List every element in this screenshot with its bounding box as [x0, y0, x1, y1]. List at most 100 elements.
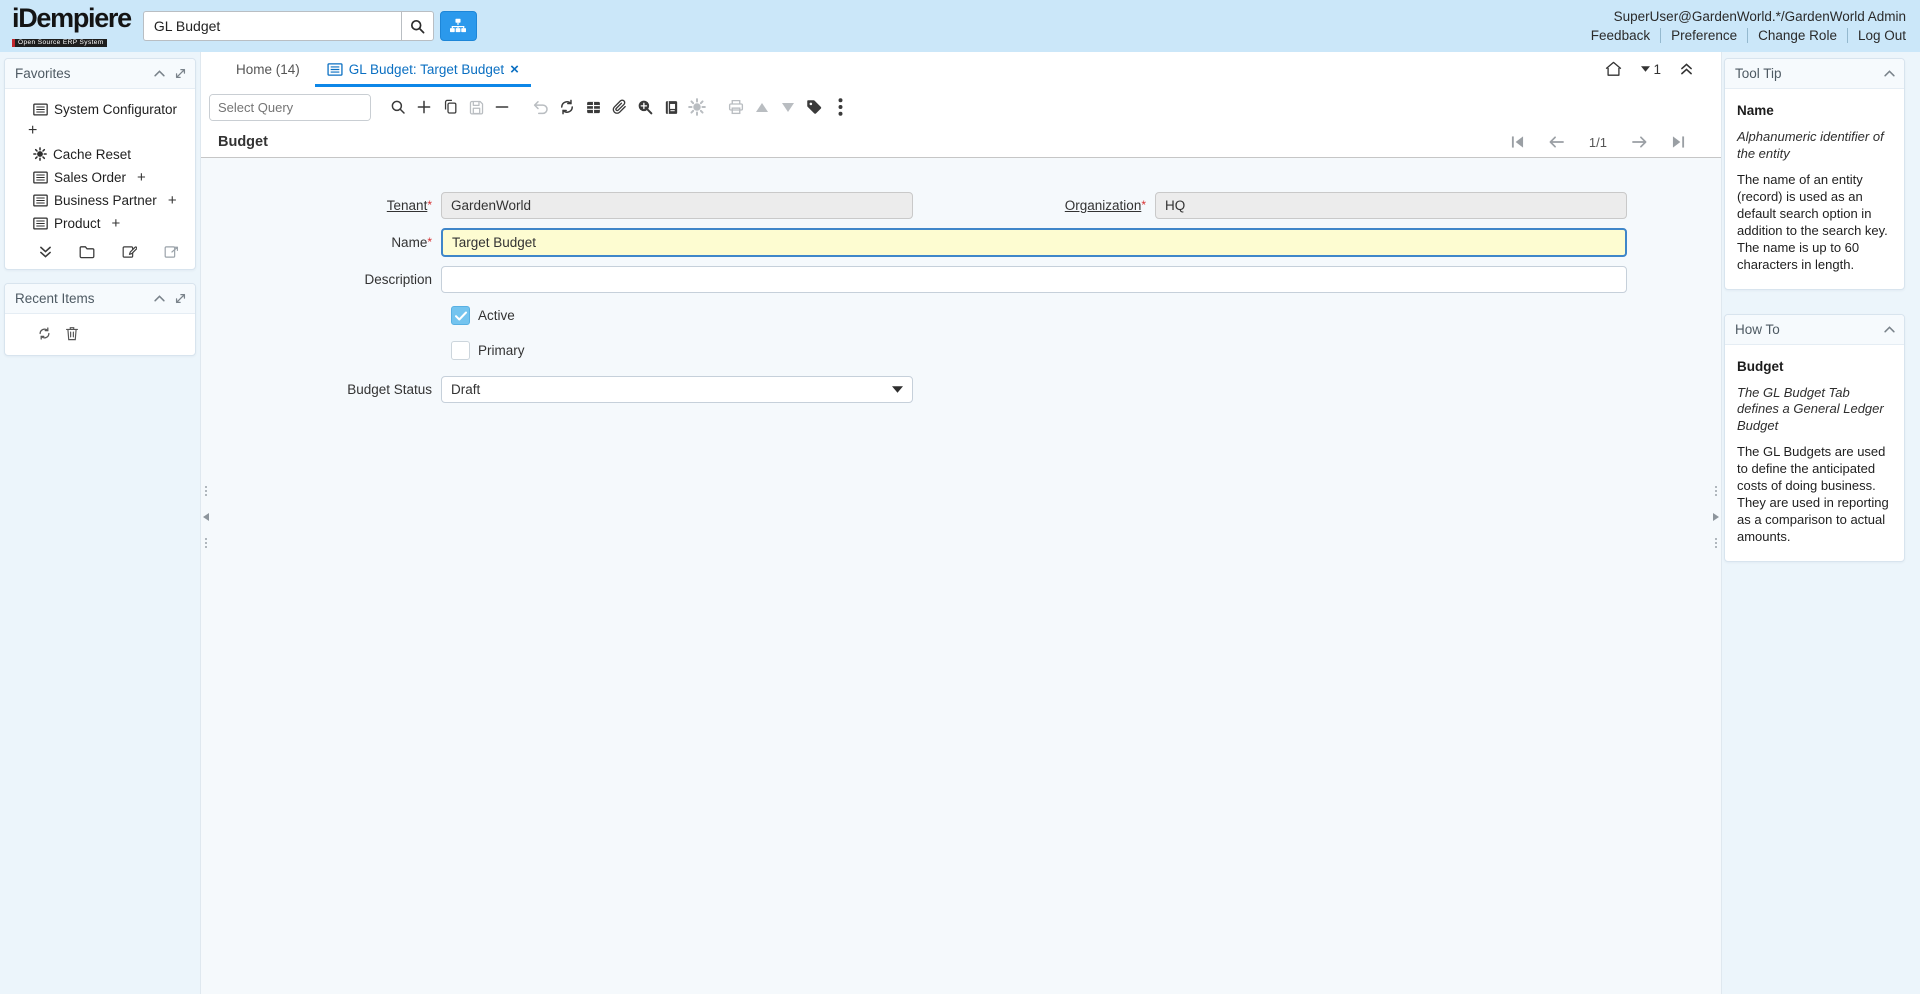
organization-label[interactable]: Organization — [1065, 198, 1142, 213]
window-icon — [33, 194, 48, 207]
first-record-icon — [1511, 136, 1523, 148]
tenant-label[interactable]: Tenant — [387, 198, 428, 213]
favorite-new-record-product[interactable]: + — [107, 216, 121, 231]
favorite-item-system-configurator[interactable]: System Configurator — [5, 98, 195, 121]
select-query-input[interactable] — [210, 94, 370, 120]
gear-icon — [33, 147, 47, 161]
tooltip-panel-header: Tool Tip — [1725, 59, 1904, 89]
active-checkbox[interactable] — [451, 306, 470, 325]
edit-favorites-button[interactable] — [122, 245, 137, 259]
edit-document-icon — [122, 245, 137, 258]
primary-checkbox[interactable] — [451, 341, 470, 360]
feedback-link[interactable]: Feedback — [1581, 28, 1660, 43]
next-record-button[interactable] — [1632, 136, 1647, 148]
window-icon — [327, 63, 343, 76]
recent-items-collapse-button[interactable] — [154, 294, 165, 302]
favorites-collapse-button[interactable] — [154, 70, 165, 77]
main-area: Home (14) GL Budget: Target Budget × 1 S… — [200, 52, 1722, 994]
first-record-button[interactable] — [1511, 136, 1524, 148]
tag-icon — [807, 100, 822, 114]
folder-icon-button[interactable] — [79, 245, 95, 259]
delete-record-button[interactable] — [489, 94, 515, 121]
search-icon — [391, 100, 405, 114]
clear-recent-button[interactable] — [65, 326, 79, 341]
plus-icon: + — [28, 122, 38, 139]
home-button[interactable] — [1605, 61, 1622, 77]
form-row-name: Name* — [201, 228, 1721, 257]
tab-title: Budget — [218, 134, 268, 150]
desktop-selector[interactable]: 1 — [1641, 62, 1661, 77]
copy-record-button[interactable] — [437, 94, 463, 121]
desktop-count: 1 — [1653, 61, 1661, 77]
close-icon[interactable]: × — [510, 62, 519, 77]
favorite-item-cache-reset[interactable]: Cache Reset — [5, 143, 195, 166]
global-search-input[interactable] — [142, 11, 401, 41]
process-button[interactable] — [684, 94, 710, 121]
howto-collapse-button[interactable] — [1884, 325, 1895, 333]
favorite-item-sales-order[interactable]: Sales Order + — [5, 166, 195, 189]
header-user-area: SuperUser@GardenWorld.*/GardenWorld Admi… — [1581, 9, 1906, 43]
tab-gl-budget[interactable]: GL Budget: Target Budget × — [314, 56, 531, 87]
favorite-new-record-business-partner[interactable]: + — [163, 193, 177, 208]
organization-label-cell: Organization* — [913, 198, 1155, 213]
share-favorites-button[interactable] — [164, 245, 179, 259]
menu-tree-button[interactable] — [439, 11, 477, 41]
tenant-field[interactable] — [441, 192, 913, 219]
favorites-footer — [5, 237, 195, 269]
detail-record-button[interactable] — [775, 94, 801, 121]
favorite-new-record-sales-order[interactable]: + — [132, 170, 146, 185]
search-button[interactable] — [400, 11, 434, 41]
favorite-item-business-partner[interactable]: Business Partner + — [5, 189, 195, 212]
requery-button[interactable] — [554, 94, 580, 121]
log-out-link[interactable]: Log Out — [1846, 28, 1906, 43]
form-row-active: Active — [451, 306, 1721, 325]
last-record-button[interactable] — [1672, 136, 1685, 148]
select-query-combo — [209, 93, 371, 121]
favorite-new-record-system-configurator[interactable]: + — [5, 121, 195, 143]
favorites-expand-button[interactable] — [175, 68, 186, 79]
howto-heading: Budget — [1737, 358, 1784, 374]
left-splitter[interactable] — [202, 486, 210, 548]
attachment-button[interactable] — [606, 94, 632, 121]
name-field[interactable] — [441, 228, 1627, 257]
new-record-button[interactable] — [411, 94, 437, 121]
save-button[interactable] — [463, 94, 489, 121]
splitter-grip-icon — [205, 538, 207, 548]
arrow-left-icon — [1549, 136, 1564, 148]
collapse-left-icon[interactable] — [203, 513, 209, 521]
find-record-button[interactable] — [385, 94, 411, 121]
parent-record-button[interactable] — [749, 94, 775, 121]
chat-log-button[interactable] — [658, 94, 684, 121]
chevron-up-icon — [154, 70, 165, 77]
right-splitter[interactable] — [1712, 486, 1720, 548]
preference-link[interactable]: Preference — [1660, 28, 1747, 43]
grid-toggle-button[interactable] — [580, 94, 606, 121]
previous-record-button[interactable] — [1549, 136, 1564, 148]
undo-button[interactable] — [528, 94, 554, 121]
tooltip-collapse-button[interactable] — [1884, 70, 1895, 77]
zoom-across-button[interactable] — [632, 94, 658, 121]
collapse-right-icon[interactable] — [1713, 513, 1719, 521]
tooltip-summary: Alphanumeric identifier of the entity — [1737, 129, 1884, 161]
favorite-item-product[interactable]: Product + — [5, 212, 195, 235]
arrow-right-icon — [1632, 136, 1647, 148]
record-position: 1/1 — [1588, 134, 1607, 150]
chevron-double-up-icon — [1681, 63, 1692, 75]
recent-items-title: Recent Items — [15, 290, 95, 306]
recent-items-expand-button[interactable] — [175, 293, 186, 304]
collapse-all-button[interactable] — [39, 246, 52, 258]
favorites-panel: Favorites System Configurator + Cache Re… — [4, 58, 196, 270]
label-button[interactable] — [801, 94, 827, 121]
refresh-recent-button[interactable] — [37, 326, 52, 341]
change-role-link[interactable]: Change Role — [1747, 28, 1847, 43]
howto-panel: How To Budget The GL Budget Tab defines … — [1724, 313, 1905, 562]
window-tab-bar: Home (14) GL Budget: Target Budget × 1 — [201, 52, 1721, 87]
print-button[interactable] — [723, 94, 749, 121]
budget-status-dropdown[interactable]: Draft — [441, 376, 913, 403]
tab-home[interactable]: Home (14) — [221, 54, 315, 87]
collapse-header-button[interactable] — [1680, 63, 1693, 75]
description-field[interactable] — [441, 266, 1627, 293]
organization-field[interactable] — [1155, 192, 1627, 219]
more-actions-button[interactable] — [827, 94, 853, 121]
kebab-menu-icon — [838, 98, 842, 116]
